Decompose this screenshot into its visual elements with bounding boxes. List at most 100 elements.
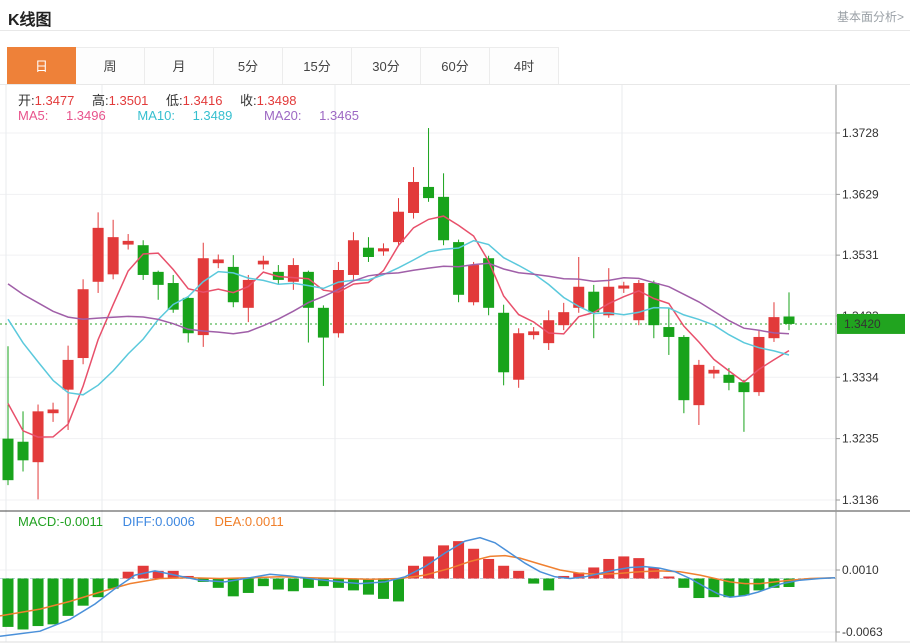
candle-body <box>693 365 704 405</box>
macd-bar <box>633 558 644 578</box>
candle-body <box>213 259 224 263</box>
candle-body <box>258 261 269 265</box>
low-label: 低: <box>166 93 183 108</box>
candle-body <box>108 237 119 274</box>
candle-body <box>648 283 659 325</box>
tab-周[interactable]: 周 <box>76 47 145 85</box>
macd-bar <box>273 579 284 590</box>
open-value: 1.3477 <box>35 93 75 108</box>
candle-body <box>543 320 554 343</box>
macd-bar <box>363 579 374 595</box>
candle-body <box>3 439 14 481</box>
macd-bar <box>78 579 89 606</box>
candle-body <box>243 280 254 308</box>
close-value: 1.3498 <box>257 93 297 108</box>
candle-body <box>558 312 569 325</box>
candle-body <box>498 313 509 373</box>
candle-body <box>423 187 434 198</box>
candle-body <box>378 248 389 251</box>
tab-15分[interactable]: 15分 <box>283 47 352 85</box>
candle-body <box>393 212 404 242</box>
candle-body <box>153 272 164 285</box>
macd-bar <box>603 559 614 579</box>
macd-bar <box>303 579 314 588</box>
candle-body <box>738 382 749 392</box>
macd-legend: MACD:-0.0011 DIFF:0.0006 DEA:0.0011 <box>18 514 300 529</box>
candle-body <box>678 337 689 400</box>
macd-bar <box>438 545 449 578</box>
macd-bar <box>588 567 599 578</box>
macd-bar <box>63 579 74 616</box>
candle-body <box>708 370 719 374</box>
low-value: 1.3416 <box>183 93 223 108</box>
tab-60分[interactable]: 60分 <box>421 47 490 85</box>
candle-body <box>468 265 479 302</box>
price-tick-label: 1.3531 <box>842 248 879 262</box>
tab-4时[interactable]: 4时 <box>490 47 559 85</box>
high-label: 高: <box>92 93 109 108</box>
candle-body <box>93 228 104 282</box>
macd-bar <box>678 579 689 588</box>
macd-tick-label: -0.0063 <box>842 625 883 639</box>
current-price-text: 1.3420 <box>844 317 881 331</box>
macd-tick-label: 0.0010 <box>842 563 879 577</box>
macd-bar <box>738 579 749 596</box>
tab-日[interactable]: 日 <box>7 47 76 85</box>
price-tick-label: 1.3334 <box>842 370 879 384</box>
diff-value: DIFF:0.0006 <box>123 514 195 529</box>
candle-body <box>363 248 374 257</box>
tab-30分[interactable]: 30分 <box>352 47 421 85</box>
kline-chart-svg[interactable]: 1.37281.36291.35311.34331.33341.32351.31… <box>0 85 910 643</box>
macd-bar <box>393 579 404 602</box>
ma20-legend: MA20: 1.3465 <box>264 108 373 123</box>
candle-body <box>318 308 329 338</box>
page-title: K线图 <box>8 6 52 30</box>
macd-bar <box>243 579 254 593</box>
kline-page: K线图 基本面分析> 日周月5分15分30分60分4时 开:1.3477 高:1… <box>0 0 910 643</box>
candle-body <box>768 317 779 338</box>
macd-bar <box>48 579 59 625</box>
candle-body <box>513 333 524 379</box>
macd-bar <box>3 579 14 627</box>
candle-body <box>78 289 89 358</box>
candle-body <box>123 241 134 245</box>
candle-body <box>528 331 539 335</box>
tab-5分[interactable]: 5分 <box>214 47 283 85</box>
macd-bar <box>648 567 659 578</box>
price-tick-label: 1.3136 <box>842 493 879 507</box>
page-header: K线图 基本面分析> <box>0 0 910 31</box>
candle-body <box>138 245 149 275</box>
candle-body <box>633 283 644 320</box>
macd-bar <box>468 549 479 579</box>
candle-body <box>48 409 59 413</box>
candle-body <box>333 270 344 333</box>
macd-bar <box>258 579 269 587</box>
candle-body <box>18 442 29 461</box>
price-tick-label: 1.3629 <box>842 187 879 201</box>
candle-body <box>723 375 734 383</box>
tab-月[interactable]: 月 <box>145 47 214 85</box>
candle-body <box>483 258 494 308</box>
close-label: 收: <box>240 93 257 108</box>
macd-bar <box>333 579 344 588</box>
candle-body <box>168 283 179 310</box>
macd-bar <box>483 559 494 579</box>
macd-bar <box>33 579 44 627</box>
ma10-line <box>8 241 789 395</box>
candle-body <box>288 265 299 282</box>
macd-bar <box>288 579 299 592</box>
price-tick-label: 1.3728 <box>842 126 879 140</box>
candle-body <box>453 242 464 295</box>
candle-body <box>63 360 74 390</box>
candle-body <box>348 240 359 275</box>
open-label: 开: <box>18 93 35 108</box>
high-value: 1.3501 <box>109 93 149 108</box>
candle-body <box>408 182 419 213</box>
ohlc-legend: 开:1.3477 高:1.3501 低:1.3416 收:1.3498 <box>18 90 310 109</box>
candle-body <box>753 337 764 392</box>
fundamental-analysis-link[interactable]: 基本面分析> <box>837 8 904 25</box>
macd-bar <box>213 579 224 588</box>
candle-body <box>784 317 795 324</box>
macd-bar <box>18 579 29 630</box>
macd-bar <box>753 579 764 591</box>
